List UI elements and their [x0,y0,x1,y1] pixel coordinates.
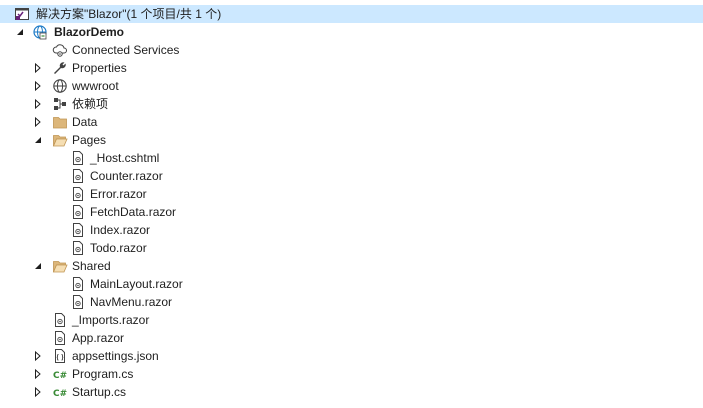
expanded-arrow-icon[interactable] [32,257,44,275]
collapsed-arrow-icon[interactable] [32,113,44,131]
svg-text:C#: C# [53,371,67,381]
properties-node[interactable]: Properties [0,59,703,77]
connected-services-icon [52,42,68,58]
data-folder-label: Data [72,115,98,129]
file-label: NavMenu.razor [90,295,173,309]
file-label: _Host.cshtml [90,151,160,165]
file-node-mainlayout[interactable]: MainLayout.razor [0,275,703,293]
razor-file-icon [70,222,86,238]
file-node-index[interactable]: Index.razor [0,221,703,239]
collapsed-arrow-icon[interactable] [32,383,44,401]
globe-icon [52,78,68,94]
razor-file-icon [70,276,86,292]
file-node-counter[interactable]: Counter.razor [0,167,703,185]
web-project-icon [32,24,48,40]
expanded-arrow-icon[interactable] [32,131,44,149]
data-folder-node[interactable]: Data [0,113,703,131]
file-node-imports[interactable]: _Imports.razor [0,311,703,329]
razor-file-icon [70,186,86,202]
project-label: BlazorDemo [54,25,125,39]
file-label: Index.razor [90,223,151,237]
collapsed-arrow-icon[interactable] [32,77,44,95]
wwwroot-node[interactable]: wwwroot [0,77,703,95]
solution-icon [14,6,30,22]
shared-folder-label: Shared [72,259,111,273]
collapsed-arrow-icon[interactable] [32,59,44,77]
file-node-navmenu[interactable]: NavMenu.razor [0,293,703,311]
file-label: _Imports.razor [72,313,150,327]
expanded-arrow-icon[interactable] [14,23,26,41]
file-node-fetchdata[interactable]: FetchData.razor [0,203,703,221]
file-node-todo[interactable]: Todo.razor [0,239,703,257]
open-folder-icon [52,132,68,148]
file-label: FetchData.razor [90,205,177,219]
razor-file-icon [52,330,68,346]
file-label: Error.razor [90,187,147,201]
file-label: Program.cs [72,367,134,381]
csharp-file-icon: C# [52,384,68,400]
file-label: Startup.cs [72,385,127,399]
solution-explorer-tree: 解决方案"Blazor"(1 个项目/共 1 个) BlazorDemo Con… [0,5,703,401]
razor-file-icon [70,204,86,220]
json-file-icon [52,348,68,364]
razor-file-icon [70,150,86,166]
pages-folder-node[interactable]: Pages [0,131,703,149]
file-node-program[interactable]: C# Program.cs [0,365,703,383]
project-node[interactable]: BlazorDemo [0,23,703,41]
dependencies-node[interactable]: 依赖项 [0,95,703,113]
connected-services-node[interactable]: Connected Services [0,41,703,59]
wwwroot-label: wwwroot [72,79,119,93]
file-label: App.razor [72,331,125,345]
file-node-error[interactable]: Error.razor [0,185,703,203]
file-label: Counter.razor [90,169,163,183]
file-node-app[interactable]: App.razor [0,329,703,347]
pages-folder-label: Pages [72,133,107,147]
file-label: Todo.razor [90,241,147,255]
properties-label: Properties [72,61,127,75]
collapsed-arrow-icon[interactable] [32,95,44,113]
file-label: MainLayout.razor [90,277,183,291]
file-node-appsettings[interactable]: appsettings.json [0,347,703,365]
folder-icon [52,114,68,130]
connected-services-label: Connected Services [72,43,180,57]
collapsed-arrow-icon[interactable] [32,365,44,383]
collapsed-arrow-icon[interactable] [32,347,44,365]
razor-file-icon [70,240,86,256]
file-node-startup[interactable]: C# Startup.cs [0,383,703,401]
svg-text:C#: C# [53,389,67,399]
open-folder-icon [52,258,68,274]
dependencies-label: 依赖项 [72,97,109,111]
dependencies-icon [52,96,68,112]
razor-file-icon [52,312,68,328]
shared-folder-node[interactable]: Shared [0,257,703,275]
razor-file-icon [70,168,86,184]
file-node-host[interactable]: _Host.cshtml [0,149,703,167]
csharp-file-icon: C# [52,366,68,382]
solution-node[interactable]: 解决方案"Blazor"(1 个项目/共 1 个) [0,5,703,23]
file-label: appsettings.json [72,349,159,363]
razor-file-icon [70,294,86,310]
solution-label: 解决方案"Blazor"(1 个项目/共 1 个) [36,7,222,21]
wrench-icon [52,60,68,76]
